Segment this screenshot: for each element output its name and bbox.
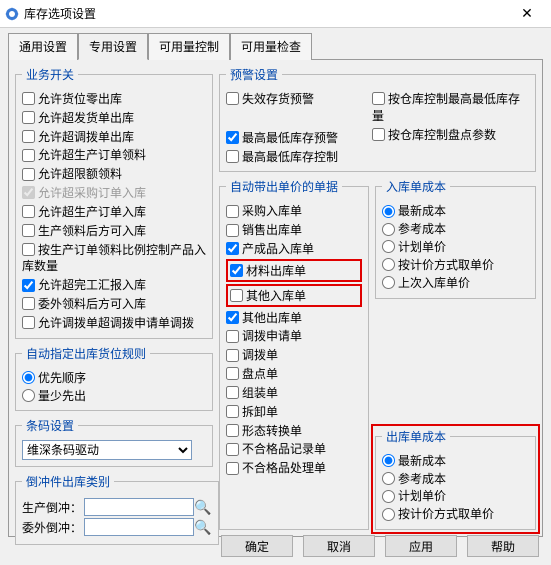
business-switch-item-0[interactable]: 允许货位零出库 — [22, 90, 206, 107]
business-switch-item-4[interactable]: 允许超限额领料 — [22, 165, 206, 182]
in-cost-option-2[interactable]: 计划单价 — [382, 238, 529, 255]
barcode-group: 条码设置 维深条码驱动 — [15, 417, 213, 467]
barcode-driver-select[interactable]: 维深条码驱动 — [22, 440, 192, 460]
help-button[interactable]: 帮助 — [467, 535, 539, 557]
reverse-input-0[interactable] — [84, 498, 194, 516]
search-icon[interactable]: 🔍 — [194, 498, 212, 516]
auto-price-item-13[interactable]: 不合格品处理单 — [226, 459, 362, 476]
auto-price-item-12[interactable]: 不合格品记录单 — [226, 440, 362, 457]
auto-price-item-1[interactable]: 销售出库单 — [226, 221, 362, 238]
reverse-row-0: 生产倒冲： 🔍 — [22, 498, 212, 516]
business-switch-item-3[interactable]: 允许超生产订单领料 — [22, 146, 206, 163]
app-icon — [4, 6, 20, 22]
cancel-button[interactable]: 取消 — [303, 535, 375, 557]
business-switch-item-10[interactable]: 委外领料后方可入库 — [22, 295, 206, 312]
alert-left-2[interactable]: 最高最低库存控制 — [226, 148, 366, 165]
auto-price-item-3[interactable]: 材料出库单 — [226, 259, 362, 282]
reverse-input-1[interactable] — [84, 518, 194, 536]
auto-price-item-10[interactable]: 拆卸单 — [226, 403, 362, 420]
auto-loc-rule-option-1[interactable]: 量少先出 — [22, 387, 206, 404]
business-switch-item-7[interactable]: 生产领料后方可入库 — [22, 222, 206, 239]
in-cost-option-3[interactable]: 按计价方式取单价 — [382, 256, 529, 273]
alert-left-0[interactable]: 失效存货预警 — [226, 90, 366, 107]
close-button[interactable]: ✕ — [507, 2, 547, 26]
window-title: 库存选项设置 — [24, 5, 96, 22]
reverse-row-1: 委外倒冲： 🔍 — [22, 518, 212, 536]
tab-available-check[interactable]: 可用量检查 — [230, 33, 312, 60]
auto-price-item-6[interactable]: 调拨申请单 — [226, 327, 362, 344]
tab-general[interactable]: 通用设置 — [8, 33, 78, 60]
dialog-buttons: 确定 取消 应用 帮助 — [221, 535, 539, 557]
in-cost-group: 入库单成本 最新成本参考成本计划单价按计价方式取单价上次入库单价 — [375, 178, 536, 298]
auto-price-item-0[interactable]: 采购入库单 — [226, 202, 362, 219]
out-cost-option-1[interactable]: 参考成本 — [382, 470, 529, 487]
in-cost-option-0[interactable]: 最新成本 — [382, 202, 529, 219]
barcode-legend: 条码设置 — [22, 417, 78, 434]
business-switch-item-1[interactable]: 允许超发货单出库 — [22, 109, 206, 126]
auto-price-item-7[interactable]: 调拨单 — [226, 346, 362, 363]
business-switch-item-11[interactable]: 允许调拨单超调拨申请单调拨 — [22, 314, 206, 331]
ok-button[interactable]: 确定 — [221, 535, 293, 557]
reverse-label-1: 委外倒冲： — [22, 519, 84, 536]
auto-price-item-9[interactable]: 组装单 — [226, 384, 362, 401]
in-cost-option-1[interactable]: 参考成本 — [382, 220, 529, 237]
out-cost-group: 出库单成本 最新成本参考成本计划单价按计价方式取单价 — [375, 428, 536, 530]
alert-right-0[interactable]: 按仓库控制最高最低库存量 — [372, 90, 529, 124]
reverse-legend: 倒冲件出库类别 — [22, 473, 114, 490]
out-cost-legend: 出库单成本 — [382, 428, 450, 445]
out-cost-option-0[interactable]: 最新成本 — [382, 452, 529, 469]
auto-location-rule-group: 自动指定出库货位规则 优先顺序量少先出 — [15, 345, 213, 412]
auto-price-item-8[interactable]: 盘点单 — [226, 365, 362, 382]
auto-location-rule-legend: 自动指定出库货位规则 — [22, 345, 150, 362]
reverse-group: 倒冲件出库类别 生产倒冲： 🔍 委外倒冲： 🔍 — [15, 473, 219, 545]
in-cost-option-4[interactable]: 上次入库单价 — [382, 274, 529, 291]
business-switch-group: 业务开关 允许货位零出库允许超发货单出库允许超调拨单出库允许超生产订单领料允许超… — [15, 66, 213, 339]
alert-legend: 预警设置 — [226, 66, 282, 83]
auto-price-item-4[interactable]: 其他入库单 — [226, 284, 362, 307]
auto-price-item-2[interactable]: 产成品入库单 — [226, 240, 362, 257]
tab-panel: 业务开关 允许货位零出库允许超发货单出库允许超调拨单出库允许超生产订单领料允许超… — [8, 59, 543, 537]
tab-special[interactable]: 专用设置 — [78, 33, 148, 60]
business-switch-item-5: 允许超采购订单入库 — [22, 184, 206, 201]
reverse-label-0: 生产倒冲： — [22, 499, 84, 516]
tab-bar: 通用设置 专用设置 可用量控制 可用量检查 — [8, 32, 543, 59]
in-cost-legend: 入库单成本 — [382, 178, 450, 195]
auto-price-group: 自动带出单价的单据 采购入库单销售出库单产成品入库单材料出库单其他入库单其他出库… — [219, 178, 369, 530]
alert-group: 预警设置 失效存货预警最高最低库存预警最高最低库存控制 按仓库控制最高最低库存量… — [219, 66, 536, 172]
out-cost-option-3[interactable]: 按计价方式取单价 — [382, 505, 529, 522]
business-switch-item-9[interactable]: 允许超完工汇报入库 — [22, 276, 206, 293]
business-switch-legend: 业务开关 — [22, 66, 78, 83]
alert-right-1[interactable]: 按仓库控制盘点参数 — [372, 126, 529, 143]
auto-price-item-11[interactable]: 形态转换单 — [226, 422, 362, 439]
business-switch-item-2[interactable]: 允许超调拨单出库 — [22, 128, 206, 145]
auto-loc-rule-option-0[interactable]: 优先顺序 — [22, 369, 206, 386]
apply-button[interactable]: 应用 — [385, 535, 457, 557]
out-cost-option-2[interactable]: 计划单价 — [382, 487, 529, 504]
auto-price-legend: 自动带出单价的单据 — [226, 178, 342, 195]
search-icon[interactable]: 🔍 — [194, 518, 212, 536]
alert-left-1[interactable]: 最高最低库存预警 — [226, 129, 366, 146]
titlebar: 库存选项设置 ✕ — [0, 0, 551, 28]
tab-available-control[interactable]: 可用量控制 — [148, 33, 230, 60]
business-switch-item-6[interactable]: 允许超生产订单入库 — [22, 203, 206, 220]
auto-price-item-5[interactable]: 其他出库单 — [226, 309, 362, 326]
business-switch-item-8[interactable]: 按生产订单领料比例控制产品入库数量 — [22, 241, 206, 275]
